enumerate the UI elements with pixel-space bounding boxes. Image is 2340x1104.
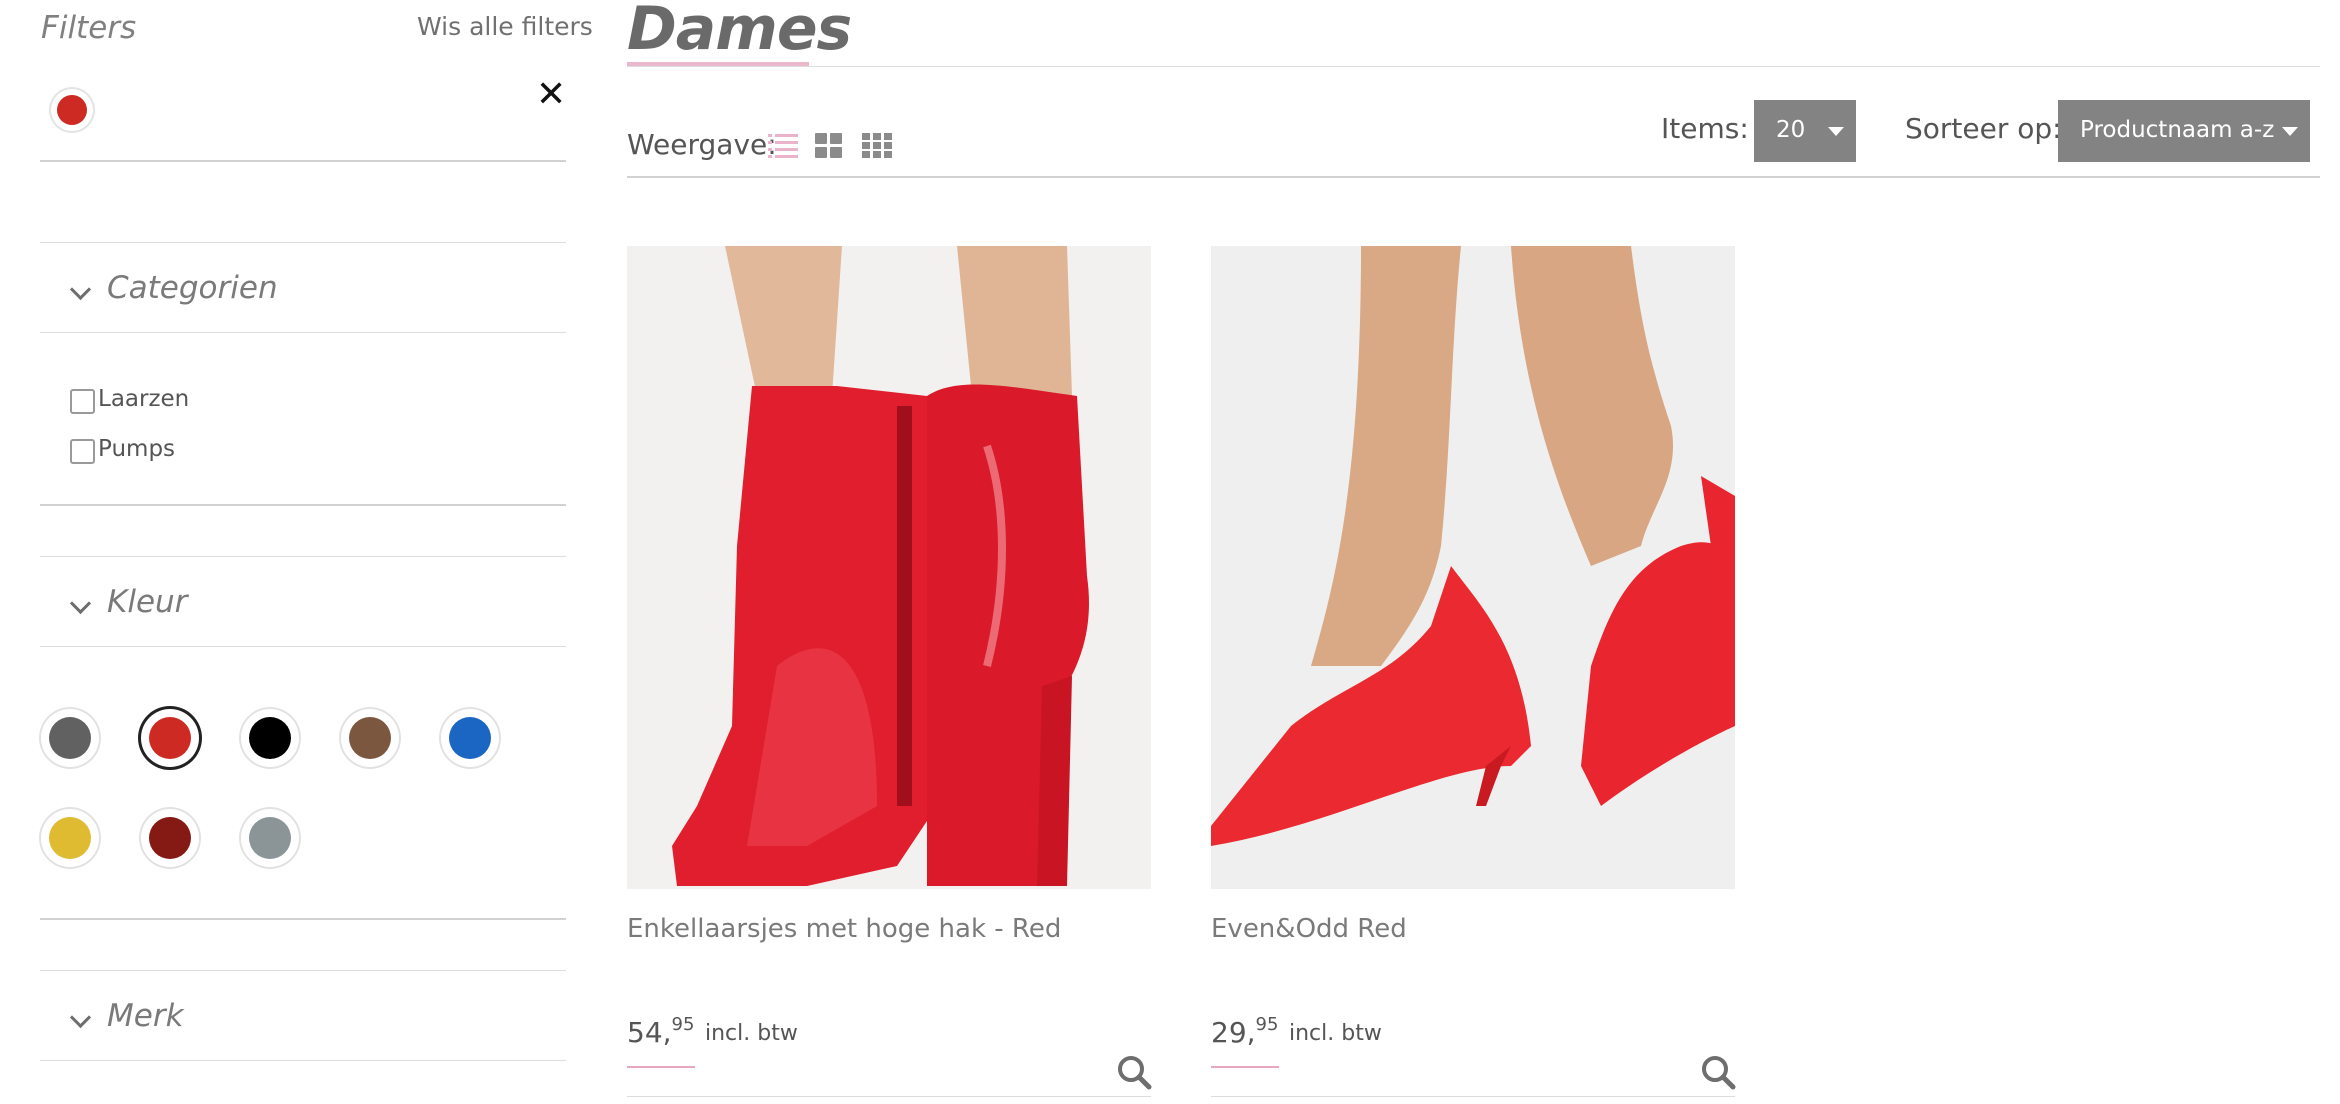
color-swatch-light-grey[interactable] [241,809,299,867]
price-underline [627,1066,695,1068]
price-tax-note: incl. btw [1289,1021,1382,1046]
categories-section-title[interactable]: Categorien [107,270,278,306]
color-swatch-yellow[interactable] [41,809,99,867]
grid-view-icon[interactable] [815,133,843,159]
divider [627,1096,1151,1097]
chevron-down-icon[interactable] [69,278,92,301]
product-name[interactable]: Even&Odd Red [1211,914,1407,944]
chevron-down-icon [2282,127,2298,136]
product-price: 29,95 [1211,1014,1279,1049]
chevron-down-icon[interactable] [69,1006,92,1029]
divider [40,646,566,647]
divider [40,242,566,243]
category-label-laarzen[interactable]: Laarzen [98,386,189,412]
product-image-pumps[interactable] [1211,246,1735,889]
color-swatch-blue[interactable] [441,709,499,767]
items-per-page-label: Items: [1661,112,1749,145]
divider [1211,1096,1735,1097]
checkbox-laarzen[interactable] [70,389,95,414]
price-underline [1211,1066,1279,1068]
divider [40,504,566,506]
divider [40,160,566,162]
price-whole: 54, [627,1016,672,1049]
checkbox-pumps[interactable] [70,439,95,464]
color-swatch-grey[interactable] [41,709,99,767]
search-icon[interactable] [1700,1054,1736,1090]
view-mode-label: Weergave: [627,128,777,161]
color-section-title[interactable]: Kleur [107,584,187,620]
divider [40,556,566,557]
brand-section-title[interactable]: Merk [107,998,184,1034]
price-whole: 29, [1211,1016,1256,1049]
items-per-page-select[interactable]: 20 [1754,100,1856,162]
sort-value: Productnaam a-z [2080,117,2275,143]
sort-label: Sorteer op: [1905,112,2062,145]
price-cents: 95 [1255,1014,1279,1035]
clear-all-filters-link[interactable]: Wis alle filters [417,12,593,41]
divider [40,970,566,971]
sort-select[interactable]: Productnaam a-z [2058,100,2310,162]
list-view-icon[interactable] [768,133,798,159]
category-label-pumps[interactable]: Pumps [98,436,175,462]
product-image-ankle-boots[interactable] [627,246,1151,889]
items-per-page-value: 20 [1776,117,1806,143]
color-swatch-dark-red[interactable] [141,809,199,867]
divider [40,1060,566,1061]
product-price: 54,95 [627,1014,695,1049]
filters-title: Filters [41,10,137,46]
page-title: Dames [627,0,852,64]
color-swatch-brown[interactable] [341,709,399,767]
divider [40,918,566,920]
product-name[interactable]: Enkellaarsjes met hoge hak - Red [627,914,1061,944]
active-filter-red-swatch [51,89,93,131]
price-cents: 95 [671,1014,695,1035]
grid-small-view-icon[interactable] [862,133,892,159]
chevron-down-icon[interactable] [69,592,92,615]
chevron-down-icon [1828,127,1844,136]
color-swatch-black[interactable] [241,709,299,767]
close-icon[interactable]: ✕ [536,74,566,115]
color-swatch-red[interactable] [141,709,199,767]
divider [627,66,2320,67]
price-tax-note: incl. btw [705,1021,798,1046]
search-icon[interactable] [1116,1054,1152,1090]
divider [627,176,2320,178]
divider [40,332,566,333]
